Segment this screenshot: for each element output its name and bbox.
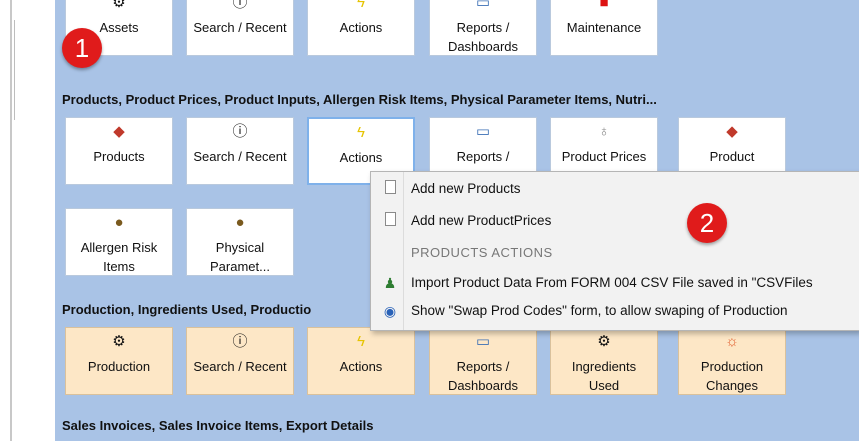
tile-maintenance[interactable]: ■ Maintenance [550,0,658,56]
info-icon: ⓘ [232,0,248,11]
actions-context-menu: Add new Products Add new ProductPrices P… [370,171,859,331]
shapes-icon: ◆ [113,123,125,140]
tile-label: Actions [339,20,383,35]
gear-head-icon: ⚙ [597,333,611,350]
lightning-icon: ϟ [357,333,365,350]
menu-item-add-products[interactable]: Add new Products [371,174,859,204]
tile-label: Production Changes [700,359,764,393]
tile-production-changes[interactable]: ☼ Production Changes [678,327,786,395]
callout-badge-2: 2 [687,203,727,243]
gear-head-icon: ⚙ [112,0,126,11]
tile-label: Product [709,149,755,164]
gutter-divider-short [14,20,15,120]
nut-icon: ● [235,214,245,231]
tile-products[interactable]: ◆ Products [65,117,173,185]
tile-label: Reports / Dashboards [447,359,519,393]
menu-item-add-productprices[interactable]: Add new ProductPrices [371,206,859,236]
tile-label: Search / Recent [193,359,287,374]
tile-label: Actions [339,359,383,374]
tile-label: Reports / [456,149,510,164]
tile-label: Allergen Risk Items [80,240,158,274]
shapes-icon: ◆ [726,123,738,140]
tile-search-recent-production[interactable]: ⓘ Search / Recent [186,327,294,395]
section-header-products: Products, Product Prices, Product Inputs… [62,92,657,107]
printer-icon: ▭ [475,0,491,11]
tile-label: Product Prices [561,149,647,164]
tile-actions[interactable]: ϟ Actions [307,0,415,56]
toolbox-icon: ■ [599,0,609,11]
tile-label: Actions [339,150,383,165]
tile-actions-production[interactable]: ϟ Actions [307,327,415,395]
nut-icon: ● [114,214,124,231]
menu-section-header: PRODUCTS ACTIONS [411,245,553,260]
tile-reports-dashboards[interactable]: ▭ Reports / Dashboards [429,0,537,56]
database-icon: ◉ [383,303,397,319]
money-bag-icon: ♁ [598,123,610,140]
callout-badge-1: 1 [62,28,102,68]
menu-item-import-product-data[interactable]: ♟ Import Product Data From FORM 004 CSV … [371,268,859,298]
info-icon: ⓘ [232,333,248,350]
page-icon [381,180,399,198]
tile-label: Physical Paramet... [210,240,270,274]
tile-production[interactable]: ⚙ Production [65,327,173,395]
tile-label: Search / Recent [193,149,287,164]
tile-allergen-risk-items[interactable]: ● Allergen Risk Items [65,208,173,276]
lightning-icon: ϟ [357,124,365,141]
section-header-production: Production, Ingredients Used, Productio [62,302,312,317]
sun-icon: ☼ [725,333,739,350]
gear-head-icon: ⚙ [112,333,126,350]
info-icon: ⓘ [232,123,248,140]
gutter-divider [10,0,12,441]
tile-reports-production[interactable]: ▭ Reports / Dashboards [429,327,537,395]
page-icon [381,212,399,230]
section-header-sales: Sales Invoices, Sales Invoice Items, Exp… [62,418,374,433]
tile-search-recent-products[interactable]: ⓘ Search / Recent [186,117,294,185]
tile-label: Reports / Dashboards [447,20,519,54]
left-gutter [0,0,55,441]
lightning-icon: ϟ [357,0,365,11]
tile-label: Products [93,149,145,164]
tile-label: Search / Recent [193,20,287,35]
menu-item-swap-prod-codes[interactable]: ◉ Show "Swap Prod Codes" form, to allow … [371,296,859,326]
printer-icon: ▭ [475,333,491,350]
tile-physical-parameters[interactable]: ● Physical Paramet... [186,208,294,276]
tile-label: Ingredients Used [571,359,637,393]
tile-label: Production [87,359,151,374]
tile-label: Maintenance [566,20,642,35]
tile-search-recent[interactable]: ⓘ Search / Recent [186,0,294,56]
tile-ingredients-used[interactable]: ⚙ Ingredients Used [550,327,658,395]
printer-icon: ▭ [475,123,491,140]
person-import-icon: ♟ [383,275,397,291]
